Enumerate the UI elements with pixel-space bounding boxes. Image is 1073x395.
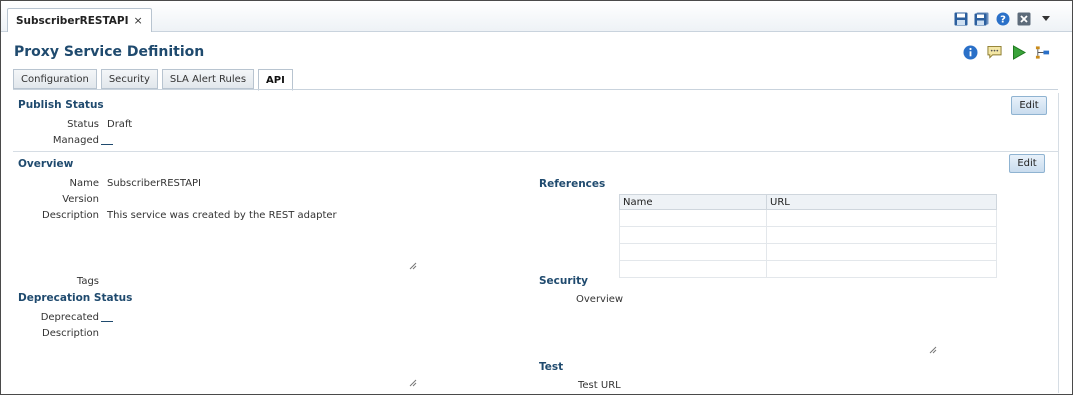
references-column-url[interactable]: URL xyxy=(766,194,997,210)
table-row xyxy=(619,226,997,244)
table-row xyxy=(619,260,997,278)
proxy-service-window: SubscriberRESTAPI × ? Proxy Service Defi… xyxy=(0,0,1073,395)
status-value: Draft xyxy=(107,119,133,130)
name-value: SubscriberRESTAPI xyxy=(107,178,202,189)
comment-icon[interactable] xyxy=(987,45,1002,60)
tags-label: Tags xyxy=(76,276,99,287)
publish-status-heading: Publish Status xyxy=(18,99,104,111)
document-tab[interactable]: SubscriberRESTAPI × xyxy=(7,8,152,32)
tabs-divider xyxy=(13,89,1058,90)
flow-icon[interactable] xyxy=(1035,45,1050,60)
document-tab-label: SubscriberRESTAPI xyxy=(16,14,129,27)
tab-security[interactable]: Security xyxy=(100,69,158,89)
description-resize-handle-icon[interactable] xyxy=(409,262,417,270)
test-url-label: Test URL xyxy=(578,380,621,391)
tab-api[interactable]: API xyxy=(258,69,293,91)
title-toolbar xyxy=(963,45,1050,60)
references-column-name[interactable]: Name xyxy=(619,194,767,210)
managed-value-empty xyxy=(101,144,113,145)
managed-label: Managed xyxy=(52,135,99,146)
page-title: Proxy Service Definition xyxy=(14,44,205,60)
top-toolbar: ? xyxy=(953,11,1052,26)
references-heading: References xyxy=(539,178,606,190)
deprecation-description-resize-handle-icon[interactable] xyxy=(409,379,417,387)
deprecation-description-label: Description xyxy=(42,328,99,339)
publish-status-edit-button[interactable]: Edit xyxy=(1011,96,1047,115)
tab-configuration[interactable]: Configuration xyxy=(13,69,97,89)
version-label: Version xyxy=(62,194,99,205)
security-overview-resize-handle-icon[interactable] xyxy=(929,346,937,354)
close-tab-icon[interactable]: × xyxy=(134,14,143,27)
description-label: Description xyxy=(42,210,99,221)
section-divider xyxy=(13,151,1058,152)
save-all-icon[interactable] xyxy=(974,11,989,26)
service-tabs: Configuration Security SLA Alert Rules A… xyxy=(13,69,293,91)
overview-edit-button[interactable]: Edit xyxy=(1009,154,1045,173)
deprecated-label: Deprecated xyxy=(40,312,99,323)
test-heading: Test xyxy=(539,361,564,373)
references-table: Name URL xyxy=(619,194,997,278)
table-row xyxy=(619,243,997,261)
security-heading: Security xyxy=(539,275,589,287)
tab-sla-alert-rules[interactable]: SLA Alert Rules xyxy=(161,69,255,89)
close-window-icon[interactable] xyxy=(1016,11,1031,26)
description-value: This service was created by the REST ada… xyxy=(107,210,337,221)
save-icon[interactable] xyxy=(953,11,968,26)
info-icon[interactable] xyxy=(963,45,978,60)
overview-heading: Overview xyxy=(18,158,74,170)
content-right-edge xyxy=(1058,93,1059,393)
svg-text:?: ? xyxy=(1000,14,1006,25)
table-row xyxy=(619,209,997,227)
security-overview-label: Overview xyxy=(576,294,624,305)
run-icon[interactable] xyxy=(1011,45,1026,60)
help-icon[interactable]: ? xyxy=(995,11,1010,26)
deprecation-status-heading: Deprecation Status xyxy=(18,292,133,304)
dropdown-caret-icon[interactable] xyxy=(1037,11,1052,26)
deprecated-value-empty xyxy=(101,321,113,322)
name-label: Name xyxy=(69,178,99,189)
document-tab-strip: SubscriberRESTAPI × ? xyxy=(1,1,1072,32)
status-label: Status xyxy=(67,119,99,130)
